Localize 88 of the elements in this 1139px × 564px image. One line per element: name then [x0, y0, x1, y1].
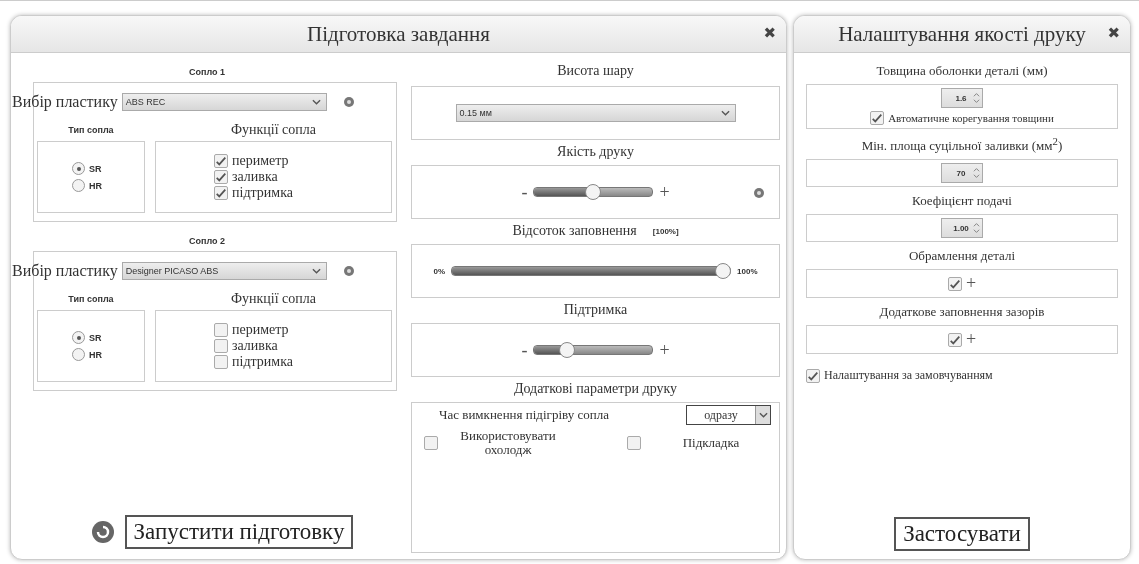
- spinner-arrows-icon[interactable]: [973, 91, 980, 105]
- refresh-icon: [90, 520, 115, 544]
- section-title: Додаткове заповнення зазорів: [878, 304, 1046, 321]
- spinner-arrows-icon[interactable]: [973, 221, 980, 236]
- checkbox[interactable]: [947, 332, 962, 347]
- radio-button[interactable]: [72, 162, 85, 175]
- radio-button[interactable]: [72, 331, 85, 344]
- checkbox-label: Використовувати охолодж: [459, 429, 557, 458]
- slider[interactable]: [451, 263, 732, 279]
- plastic-dropdown[interactable]: Designer PICASO ABS: [121, 262, 327, 280]
- slider-handle[interactable]: [585, 184, 602, 200]
- gear-icon[interactable]: [342, 265, 355, 277]
- radio-button[interactable]: [72, 348, 85, 361]
- checkbox-label: підтримка: [232, 185, 293, 201]
- plus-label: +: [659, 181, 670, 203]
- nozzle-title: Сопло 1: [187, 67, 226, 77]
- checkbox[interactable]: [214, 186, 228, 200]
- section-title: Відсоток заповнення: [512, 223, 637, 239]
- checkbox[interactable]: [806, 368, 820, 383]
- number-spinner[interactable]: 1.00: [941, 218, 983, 239]
- chevron-down-icon: [758, 412, 768, 418]
- gear-icon[interactable]: [753, 187, 765, 199]
- minus-label: -: [521, 181, 528, 203]
- number-spinner[interactable]: 70: [941, 163, 983, 184]
- slider[interactable]: [533, 184, 654, 200]
- checkbox[interactable]: [627, 436, 641, 451]
- plastic-label: Вибір пластику: [12, 262, 118, 280]
- nozzle-type-label: Тип сопла: [67, 124, 115, 137]
- checkbox[interactable]: [214, 355, 228, 369]
- radio-label: SR: [89, 163, 102, 174]
- checkbox-label: периметр: [232, 153, 289, 169]
- plus-label: +: [659, 339, 670, 361]
- plastic-dropdown[interactable]: ABS REC: [121, 93, 327, 111]
- minus-label: -: [521, 339, 528, 361]
- section-title: Додаткові параметри друку: [512, 381, 679, 397]
- checkbox-label: заливка: [232, 338, 278, 354]
- section-title: Мін. площа суцільної заливки (мм$^{2}$): [860, 135, 1064, 155]
- radio-label: HR: [89, 180, 102, 191]
- nozzle-type-label: Тип сопла: [67, 293, 115, 306]
- apply-button[interactable]: Застосувати: [894, 517, 1030, 551]
- chevron-down-icon: [311, 268, 321, 274]
- functions-label: Функції сопла: [229, 290, 317, 308]
- slider-handle[interactable]: [715, 263, 732, 279]
- section-title: Товщина оболонки деталі (мм): [875, 63, 1049, 79]
- checkbox-label: Автоматичне корегування товщини: [888, 112, 1054, 124]
- slider-handle[interactable]: [559, 342, 576, 358]
- checkbox-label: Підкладка: [681, 436, 741, 451]
- checkbox[interactable]: [947, 276, 962, 291]
- checkbox-label: підтримка: [232, 354, 293, 370]
- section-title: Коефіцієнт подачі: [911, 193, 1013, 210]
- checkbox[interactable]: [214, 323, 228, 337]
- checkbox-label: Налаштування за замовчуванням: [824, 368, 993, 384]
- checkbox[interactable]: [214, 339, 228, 353]
- functions-label: Функції сопла: [229, 121, 317, 139]
- spinner-arrows-icon[interactable]: [973, 166, 980, 181]
- checkbox[interactable]: [214, 170, 228, 184]
- chevron-down-icon: [311, 99, 321, 105]
- plus-label: +: [965, 273, 977, 295]
- dialog-title: Налаштування якості друку: [838, 21, 1086, 47]
- checkbox-label: периметр: [232, 322, 289, 338]
- cooldown-dropdown[interactable]: одразу: [686, 405, 771, 425]
- radio-button[interactable]: [72, 179, 85, 192]
- close-button[interactable]: ✖: [1107, 24, 1120, 42]
- layer-height-dropdown[interactable]: 0.15 мм: [455, 104, 736, 122]
- section-title: Підтримка: [562, 302, 629, 318]
- radio-label: HR: [89, 349, 102, 360]
- plastic-label: Вибір пластику: [12, 93, 118, 111]
- plus-label: +: [965, 329, 977, 351]
- cooldown-label: Час вимкнення підігріву сопла: [438, 407, 610, 423]
- checkbox[interactable]: [424, 436, 438, 451]
- checkbox[interactable]: [870, 111, 885, 125]
- section-title: Обрамлення деталі: [907, 248, 1017, 265]
- nozzle-title: Сопло 2: [187, 236, 226, 246]
- min-label: 0%: [433, 266, 446, 276]
- section-title: Висота шару: [556, 62, 635, 80]
- gear-icon[interactable]: [342, 96, 355, 108]
- slider[interactable]: [533, 342, 654, 358]
- start-button[interactable]: Запустити підготовку: [124, 515, 354, 549]
- max-label: 100%: [737, 266, 758, 276]
- infill-reading: [100%]: [652, 226, 679, 236]
- number-spinner[interactable]: 1.6: [941, 88, 983, 108]
- section-title: Якість друку: [556, 144, 635, 160]
- dialog-title: Підготовка завдання: [307, 21, 490, 47]
- checkbox[interactable]: [214, 154, 228, 168]
- close-button[interactable]: ✖: [763, 24, 776, 42]
- chevron-down-icon: [720, 110, 730, 116]
- radio-label: SR: [89, 332, 102, 343]
- checkbox-label: заливка: [232, 169, 278, 185]
